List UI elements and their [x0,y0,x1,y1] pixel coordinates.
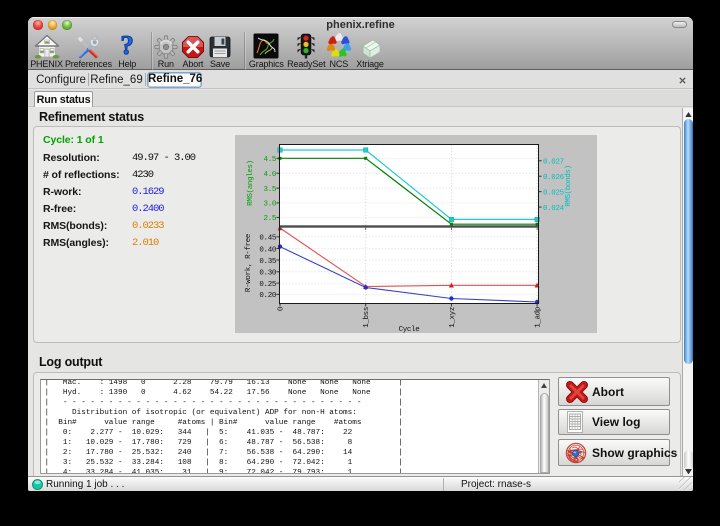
svg-text:0.024: 0.024 [543,205,565,213]
svg-text:3.0: 3.0 [264,201,277,209]
svg-text:RMS(angles): RMS(angles) [247,160,255,206]
svg-text:4.0: 4.0 [264,171,277,179]
svg-text:0.40: 0.40 [259,246,276,254]
svg-text:Cycle: Cycle [399,326,420,333]
svg-text:3.5: 3.5 [264,186,277,194]
svg-text:0.025: 0.025 [543,190,565,198]
svg-text:0.20: 0.20 [259,292,276,300]
svg-text:1_xyz: 1_xyz [449,307,457,328]
svg-text:2.5: 2.5 [264,215,277,223]
svg-text:?: ? [121,33,134,59]
svg-text:4.5: 4.5 [264,156,277,164]
svg-text:1_bss: 1_bss [363,307,371,328]
svg-text:0.35: 0.35 [259,258,276,266]
svg-text:0.45: 0.45 [259,235,276,243]
svg-text:R-work, R-free: R-work, R-free [245,234,253,292]
svg-text:0.026: 0.026 [543,174,565,182]
svg-text:1_adp: 1_adp [535,307,543,328]
svg-text:0.027: 0.027 [543,159,564,167]
svg-text:0: 0 [278,306,286,311]
svg-text:0.25: 0.25 [259,281,276,289]
svg-text:RMS(bonds): RMS(bonds) [565,165,573,207]
svg-text:0.30: 0.30 [259,270,276,278]
